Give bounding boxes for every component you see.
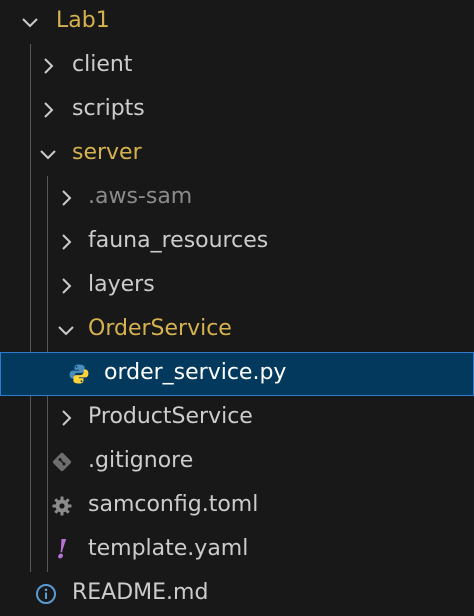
git-icon (50, 450, 74, 474)
tree-item-label: server (72, 140, 142, 165)
tree-item-server[interactable]: server (0, 132, 474, 176)
tree-item-scripts[interactable]: scripts (0, 88, 474, 132)
tree-item-layers[interactable]: layers (0, 264, 474, 308)
chevron-right-icon[interactable] (36, 54, 60, 78)
tree-item-label: scripts (72, 96, 145, 121)
info-icon (34, 582, 58, 606)
tree-item-template-yaml[interactable]: ! template.yaml (0, 528, 474, 572)
tree-item-label: layers (88, 272, 155, 297)
tree-item-label: README.md (72, 580, 209, 605)
tree-item-fauna-resources[interactable]: fauna_resources (0, 220, 474, 264)
chevron-right-icon[interactable] (54, 186, 78, 210)
chevron-down-icon[interactable] (18, 10, 42, 34)
tree-item-aws-sam[interactable]: .aws-sam (0, 176, 474, 220)
tree-item-gitignore[interactable]: .gitignore (0, 440, 474, 484)
tree-item-label: OrderService (88, 316, 232, 341)
tree-item-order-service-py[interactable]: order_service.py (0, 352, 474, 396)
tree-item-label: client (72, 52, 133, 77)
file-explorer-tree: Lab1 client scripts server .aws-sam faun… (0, 0, 474, 614)
tree-item-label: ProductService (88, 404, 253, 429)
chevron-right-icon[interactable] (54, 274, 78, 298)
tree-item-readme-md[interactable]: README.md (0, 572, 474, 616)
tree-item-client[interactable]: client (0, 44, 474, 88)
tree-item-label: samconfig.toml (88, 492, 259, 517)
chevron-down-icon[interactable] (36, 142, 60, 166)
tree-item-label: .gitignore (88, 448, 194, 473)
python-icon (67, 362, 91, 386)
tree-item-label: .aws-sam (88, 184, 193, 209)
tree-item-orderservice[interactable]: OrderService (0, 308, 474, 352)
chevron-down-icon[interactable] (54, 318, 78, 342)
gear-icon (50, 494, 74, 518)
tree-item-label: template.yaml (88, 536, 249, 561)
chevron-right-icon[interactable] (54, 406, 78, 430)
chevron-right-icon[interactable] (36, 98, 60, 122)
exclamation-icon: ! (56, 535, 68, 565)
tree-item-samconfig-toml[interactable]: samconfig.toml (0, 484, 474, 528)
chevron-right-icon[interactable] (54, 230, 78, 254)
tree-item-label: fauna_resources (88, 228, 269, 253)
tree-item-lab1[interactable]: Lab1 (0, 0, 474, 44)
tree-item-label: Lab1 (56, 8, 110, 33)
tree-item-label: order_service.py (104, 360, 287, 385)
tree-item-productservice[interactable]: ProductService (0, 396, 474, 440)
